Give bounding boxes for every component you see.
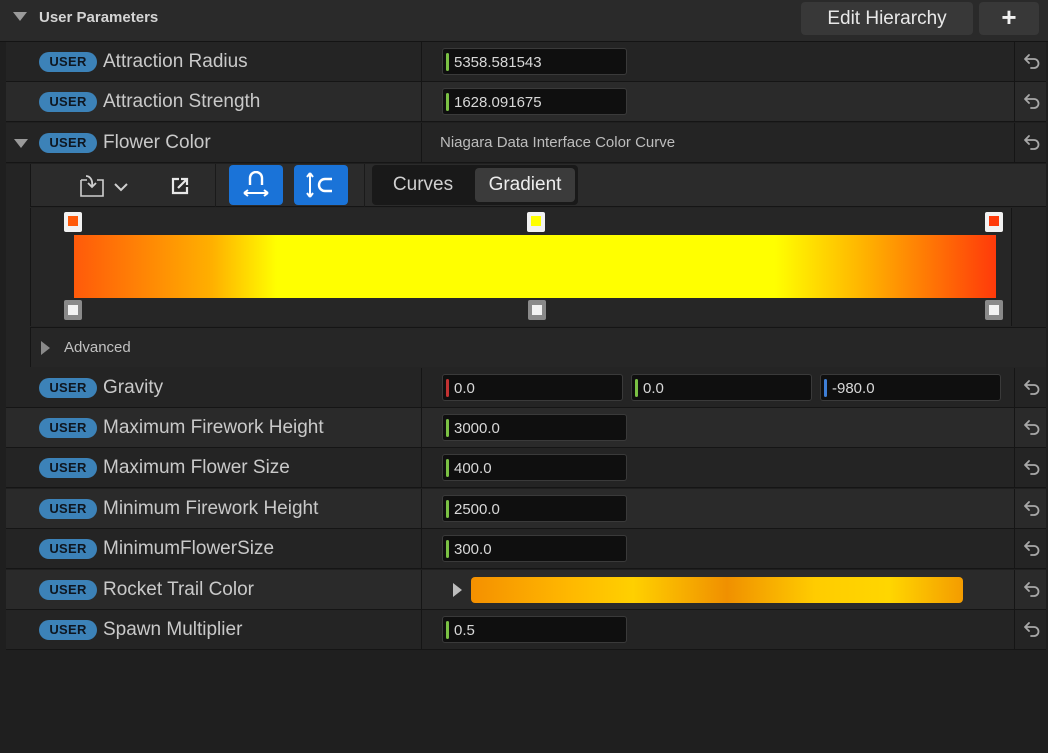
reset-to-default-icon[interactable] (1023, 418, 1041, 436)
reset-to-default-icon[interactable] (1023, 499, 1041, 517)
max-firework-height-input[interactable]: 3000.0 (442, 414, 627, 441)
view-gradient-tab[interactable]: Gradient (475, 168, 575, 202)
snap-vertical-button[interactable] (294, 165, 348, 205)
reset-to-default-icon[interactable] (1023, 620, 1041, 638)
color-stop-handle[interactable] (985, 212, 1003, 232)
reset-to-default-icon[interactable] (1023, 52, 1041, 70)
param-name: Gravity (103, 377, 164, 398)
color-curve-editor: Curves Gradient Advanced (6, 164, 1046, 368)
user-badge: USER (39, 92, 97, 112)
gravity-z-input[interactable]: -980.0 (820, 374, 1001, 401)
reset-to-default-icon[interactable] (1023, 378, 1041, 396)
attraction-strength-input[interactable]: 1628.091675 (442, 88, 627, 115)
min-firework-height-input[interactable]: 2500.0 (442, 495, 627, 522)
param-type-label: Niagara Data Interface Color Curve (440, 134, 676, 151)
open-external-button[interactable] (167, 165, 195, 205)
view-mode-toggle: Curves Gradient (372, 165, 578, 205)
param-name: Maximum Firework Height (103, 417, 324, 438)
param-name: Spawn Multiplier (103, 619, 243, 640)
user-badge: USER (39, 458, 97, 478)
user-badge: USER (39, 620, 97, 640)
param-row-max-flower-size: USER Maximum Flower Size 400.0 (6, 448, 1046, 488)
param-name: Flower Color (103, 132, 211, 153)
param-name: Rocket Trail Color (103, 579, 254, 600)
param-row-min-firework-height: USER Minimum Firework Height 2500.0 (6, 489, 1046, 529)
user-badge: USER (39, 418, 97, 438)
reset-to-default-icon[interactable] (1023, 92, 1041, 110)
advanced-section[interactable]: Advanced (30, 327, 1046, 367)
user-badge: USER (39, 52, 97, 72)
snap-horizontal-button[interactable] (229, 165, 283, 205)
param-row-spawn-multiplier: USER Spawn Multiplier 0.5 (6, 610, 1046, 650)
user-badge: USER (39, 499, 97, 519)
magnet-vertical-icon (306, 172, 332, 198)
panel-title: User Parameters (39, 9, 159, 26)
view-curves-tab[interactable]: Curves (376, 168, 470, 202)
param-name: Maximum Flower Size (103, 457, 290, 478)
user-parameters-panel: User Parameters Edit Hierarchy + USER At… (0, 0, 1048, 753)
reset-to-default-icon[interactable] (1023, 539, 1041, 557)
spawn-multiplier-input[interactable]: 0.5 (442, 616, 627, 643)
color-stop-handle[interactable] (64, 212, 82, 232)
param-name: Minimum Firework Height (103, 498, 319, 519)
expand-triangle-icon[interactable] (41, 341, 50, 355)
min-flower-size-input[interactable]: 300.0 (442, 535, 627, 562)
open-external-icon (171, 177, 189, 195)
max-flower-size-input[interactable]: 400.0 (442, 454, 627, 481)
gradient-editor (30, 208, 1012, 326)
param-row-flower-color: USER Flower Color Niagara Data Interface… (6, 123, 1046, 163)
panel-header: User Parameters Edit Hierarchy + (0, 0, 1048, 42)
reset-to-default-icon[interactable] (1023, 458, 1041, 476)
advanced-label: Advanced (64, 339, 131, 356)
param-row-rocket-trail-color: USER Rocket Trail Color (6, 570, 1046, 610)
param-row-attraction-radius: USER Attraction Radius 5358.581543 (6, 42, 1046, 82)
edit-hierarchy-button[interactable]: Edit Hierarchy (801, 2, 973, 35)
expand-chevron-icon[interactable] (14, 139, 28, 148)
alpha-stop-handle[interactable] (64, 300, 82, 320)
reset-to-default-icon[interactable] (1023, 133, 1041, 151)
param-row-min-flower-size: USER MinimumFlowerSize 300.0 (6, 529, 1046, 569)
user-badge: USER (39, 539, 97, 559)
gradient-preview[interactable] (74, 235, 996, 298)
import-icon (80, 175, 128, 197)
add-parameter-button[interactable]: + (979, 2, 1039, 35)
rocket-trail-color-swatch[interactable] (471, 577, 963, 603)
param-row-max-firework-height: USER Maximum Firework Height 3000.0 (6, 408, 1046, 448)
curve-toolbar: Curves Gradient (30, 164, 1046, 207)
param-row-gravity: USER Gravity 0.0 0.0 -980.0 (6, 368, 1046, 408)
user-badge: USER (39, 378, 97, 398)
param-name: Attraction Radius (103, 51, 248, 72)
param-name: MinimumFlowerSize (103, 538, 275, 559)
expand-triangle-icon[interactable] (453, 583, 462, 597)
reset-to-default-icon[interactable] (1023, 580, 1041, 598)
param-row-attraction-strength: USER Attraction Strength 1628.091675 (6, 82, 1046, 122)
attraction-radius-input[interactable]: 5358.581543 (442, 48, 627, 75)
param-name: Attraction Strength (103, 91, 261, 112)
user-badge: USER (39, 133, 97, 153)
user-badge: USER (39, 580, 97, 600)
gravity-y-input[interactable]: 0.0 (631, 374, 812, 401)
color-stop-handle[interactable] (527, 212, 545, 232)
import-dropdown-button[interactable] (77, 165, 135, 205)
collapse-chevron-icon[interactable] (13, 12, 27, 21)
alpha-stop-handle[interactable] (528, 300, 546, 320)
gravity-x-input[interactable]: 0.0 (442, 374, 623, 401)
alpha-stop-handle[interactable] (985, 300, 1003, 320)
magnet-horizontal-icon (243, 171, 269, 197)
